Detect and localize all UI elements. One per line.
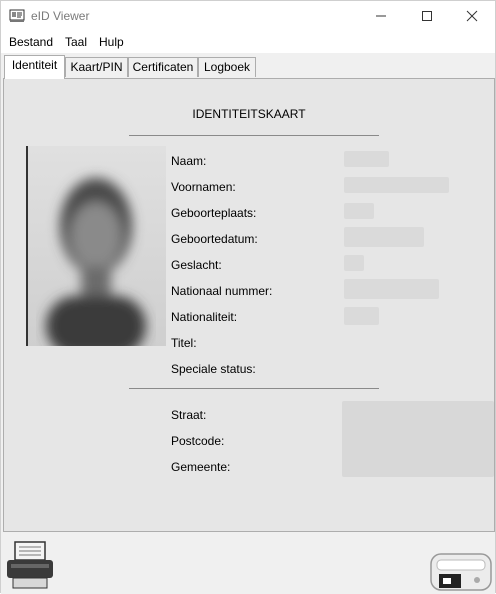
minimize-button[interactable]	[358, 1, 404, 31]
printer-icon[interactable]	[5, 540, 55, 590]
address-values-redacted	[342, 401, 494, 477]
value-voornamen-redacted	[344, 177, 449, 193]
maximize-button[interactable]	[404, 1, 450, 31]
menu-bar: Bestand Taal Hulp	[1, 31, 495, 53]
eid-viewer-window: eID Viewer Bestand Taal Hulp Identiteit …	[0, 0, 496, 594]
identity-panel: IDENTITEITSKAART Naam: Voornamen: Geboor…	[3, 78, 495, 532]
menu-bestand[interactable]: Bestand	[9, 35, 53, 49]
address-divider	[129, 388, 379, 389]
tab-identiteit[interactable]: Identiteit	[4, 55, 65, 79]
label-nationaal-nummer: Nationaal nummer:	[171, 284, 273, 298]
window-title: eID Viewer	[31, 9, 90, 23]
close-icon	[466, 10, 478, 22]
title-bar: eID Viewer	[1, 1, 495, 31]
value-nationaal-nummer-redacted	[344, 279, 439, 299]
top-divider	[129, 135, 379, 136]
value-geslacht-redacted	[344, 255, 364, 271]
value-nationaliteit-redacted	[344, 307, 379, 325]
maximize-icon	[422, 11, 432, 21]
value-geboorteplaats-redacted	[344, 203, 374, 219]
bottom-toolbar	[1, 532, 495, 594]
label-postcode: Postcode:	[171, 434, 225, 448]
id-photo	[26, 146, 166, 346]
label-geslacht: Geslacht:	[171, 258, 222, 272]
menu-taal[interactable]: Taal	[65, 35, 87, 49]
value-naam-redacted	[344, 151, 389, 167]
card-title: IDENTITEITSKAART	[192, 107, 306, 121]
label-naam: Naam:	[171, 154, 207, 168]
close-button[interactable]	[449, 1, 495, 31]
tab-certificaten[interactable]: Certificaten	[128, 57, 198, 77]
tab-logboek[interactable]: Logboek	[198, 57, 256, 77]
label-nationaliteit: Nationaliteit:	[171, 310, 238, 324]
value-geboortedatum-redacted	[344, 227, 424, 247]
tab-kaart-pin[interactable]: Kaart/PIN	[65, 57, 128, 77]
minimize-icon	[376, 15, 386, 17]
label-speciale-status: Speciale status:	[171, 362, 256, 376]
eid-app-icon	[9, 9, 25, 22]
menu-hulp[interactable]: Hulp	[99, 35, 124, 49]
label-gemeente: Gemeente:	[171, 460, 231, 474]
label-straat: Straat:	[171, 408, 207, 422]
label-voornamen: Voornamen:	[171, 180, 236, 194]
tab-strip: Identiteit Kaart/PIN Certificaten Logboe…	[1, 55, 495, 79]
label-geboortedatum: Geboortedatum:	[171, 232, 258, 246]
label-geboorteplaats: Geboorteplaats:	[171, 206, 257, 220]
label-titel: Titel:	[171, 336, 197, 350]
card-reader-icon[interactable]	[427, 548, 495, 594]
